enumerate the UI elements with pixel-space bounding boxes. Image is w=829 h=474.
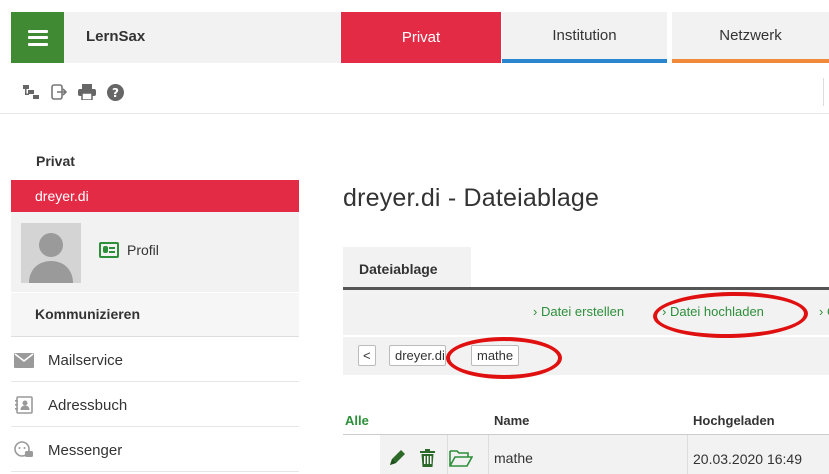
more-action-link[interactable]: › O xyxy=(819,304,829,319)
column-header-uploaded[interactable]: Hochgeladen xyxy=(693,413,775,428)
search-field-edge[interactable] xyxy=(823,78,829,106)
sidebar-item-label: Messenger xyxy=(48,441,123,459)
create-file-link[interactable]: › Datei erstellen xyxy=(533,304,624,319)
column-separator xyxy=(447,435,448,474)
header-divider xyxy=(0,113,829,114)
menu-button[interactable] xyxy=(11,12,64,63)
file-name[interactable]: mathe xyxy=(494,450,533,466)
sidebar-section-header: Kommunizieren xyxy=(11,293,299,337)
sidebar-item-messenger[interactable]: Messenger xyxy=(11,429,299,472)
breadcrumb-item-current[interactable]: mathe xyxy=(471,345,520,366)
toolbar: ? xyxy=(22,82,124,102)
help-icon[interactable]: ? xyxy=(106,83,124,101)
tab-institution[interactable]: Institution xyxy=(502,12,667,63)
breadcrumb-item-home[interactable]: dreyer.di xyxy=(389,345,446,366)
page-title: dreyer.di - Dateiablage xyxy=(343,184,600,212)
sitemap-icon[interactable] xyxy=(22,83,40,101)
sidebar-item-label: Mailservice xyxy=(48,351,124,369)
brand-area: LernSax xyxy=(64,12,340,63)
create-file-label: Datei erstellen xyxy=(540,304,625,319)
profile-card-icon xyxy=(99,242,119,258)
sidebar-item-label: Adressbuch xyxy=(48,396,128,414)
print-icon[interactable] xyxy=(78,83,96,101)
section-label: Kommunizieren xyxy=(35,306,141,322)
svg-text:?: ? xyxy=(112,86,119,100)
edit-icon[interactable] xyxy=(388,449,406,472)
profile-box: Profil xyxy=(11,212,299,292)
avatar[interactable] xyxy=(21,223,81,283)
mail-icon xyxy=(14,350,34,370)
file-uploaded-date: 20.03.2020 16:49 xyxy=(693,451,802,467)
profile-link[interactable]: Profil xyxy=(99,242,159,258)
action-bar: › Datei erstellen › Datei hochladen › O xyxy=(343,290,829,335)
column-separator xyxy=(488,435,489,474)
upload-file-label: Datei hochladen xyxy=(669,304,764,319)
folder-open-icon[interactable] xyxy=(449,449,474,472)
logout-icon[interactable] xyxy=(50,83,68,101)
hamburger-icon xyxy=(27,29,48,46)
tab-privat[interactable]: Privat xyxy=(341,12,501,63)
upload-file-link[interactable]: › Datei hochladen xyxy=(662,304,764,319)
select-all-link[interactable]: Alle xyxy=(345,413,369,428)
delete-icon[interactable] xyxy=(420,449,435,472)
row-actions xyxy=(388,449,474,472)
messenger-icon xyxy=(14,440,34,460)
breadcrumb: < dreyer.di mathe xyxy=(343,337,829,375)
column-separator xyxy=(687,435,688,474)
breadcrumb-back-button[interactable]: < xyxy=(358,345,376,366)
profile-label: Profil xyxy=(127,242,159,258)
sidebar-user[interactable]: dreyer.di xyxy=(11,180,299,212)
sidebar-title: Privat xyxy=(36,153,75,169)
addressbook-icon xyxy=(14,395,34,415)
brand-name[interactable]: LernSax xyxy=(86,28,145,45)
column-header-name[interactable]: Name xyxy=(494,413,529,428)
tab-dateiablage[interactable]: Dateiablage xyxy=(343,247,471,287)
tab-netzwerk[interactable]: Netzwerk xyxy=(672,12,829,63)
top-navigation: LernSax Privat Institution Netzwerk xyxy=(0,0,829,64)
sidebar-item-mailservice[interactable]: Mailservice xyxy=(11,339,299,382)
sidebar-item-adressbuch[interactable]: Adressbuch xyxy=(11,384,299,427)
